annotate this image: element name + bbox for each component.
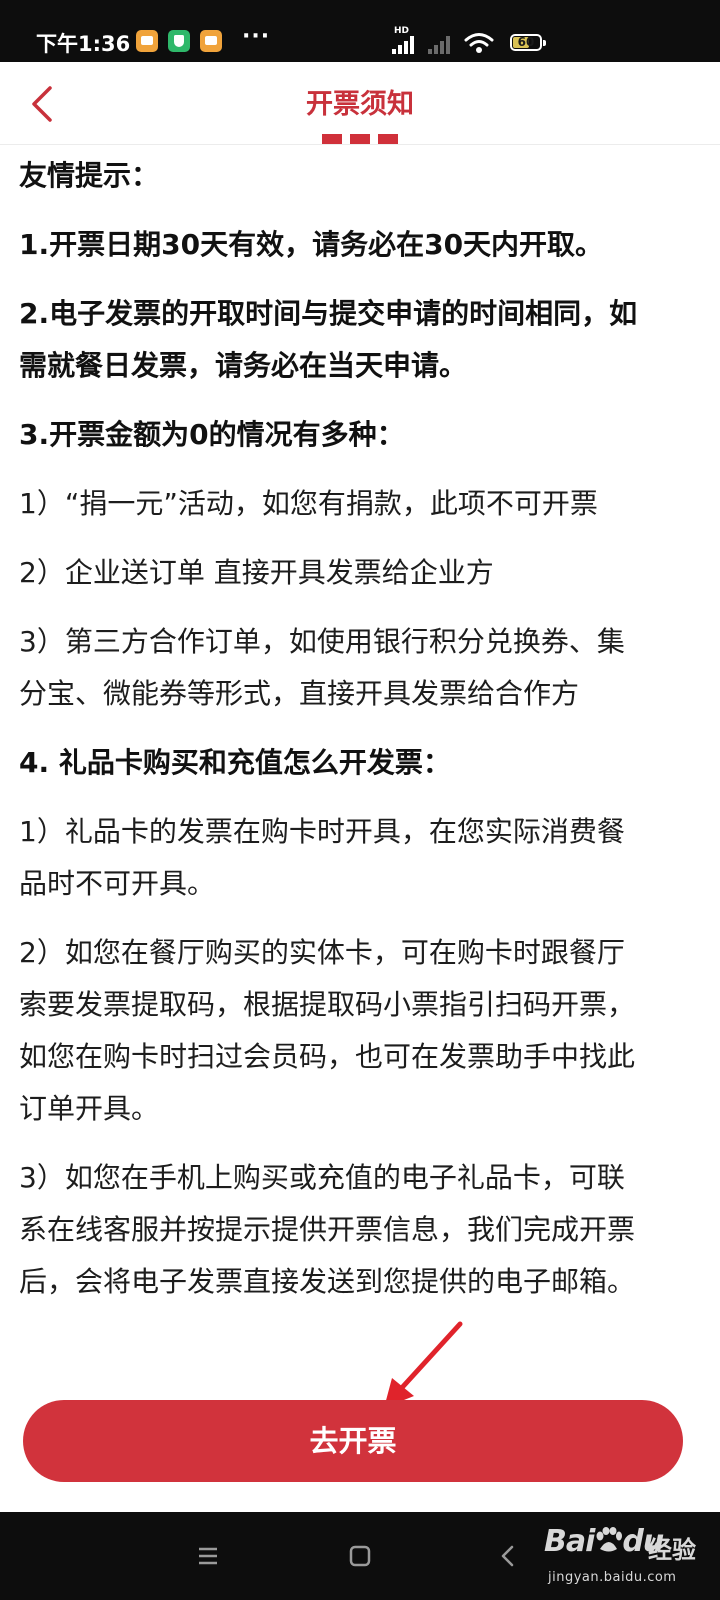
shield-app-icon bbox=[168, 30, 190, 52]
invoice-notice-content: 友情提示： 1.开票日期30天有效，请务必在30天内开取。 2.电子发票的开取时… bbox=[19, 150, 701, 1308]
notice-item-2-line: 2.电子发票的开取时间与提交申请的时间相同，如 bbox=[19, 297, 638, 330]
notice-item-3-sub-2: 2）企业送订单 直接开具发票给企业方 bbox=[19, 556, 494, 589]
menu-button[interactable] bbox=[192, 1540, 224, 1572]
baidu-paw-icon bbox=[596, 1527, 623, 1552]
notice-item-3-sub-3-line: 分宝、微能券等形式，直接开具发票给合作方 bbox=[19, 677, 580, 710]
notice-item-4-sub-2-line: 订单开具。 bbox=[19, 1092, 160, 1125]
title-underline bbox=[322, 134, 398, 144]
battery-tip bbox=[543, 40, 546, 46]
notice-item-4-sub-1-line: 品时不可开具。 bbox=[19, 867, 216, 900]
notice-item-1: 1.开票日期30天有效，请务必在30天内开取。 bbox=[19, 228, 604, 261]
system-back-button[interactable] bbox=[492, 1540, 524, 1572]
battery-level: 60 bbox=[517, 35, 535, 49]
notice-item-4-sub-1-line: 1）礼品卡的发票在购卡时开具，在您实际消费餐 bbox=[19, 815, 625, 848]
watermark-jingyan: 经验 bbox=[648, 1536, 696, 1564]
notice-item-3-sub-1: 1）“捐一元”活动，如您有捐款，此项不可开票 bbox=[19, 487, 598, 520]
notice-item-4-sub-3-line: 3）如您在手机上购买或充值的电子礼品卡，可联 bbox=[19, 1161, 625, 1194]
home-icon bbox=[349, 1545, 371, 1567]
back-icon bbox=[501, 1545, 514, 1567]
watermark-logo: Bai du bbox=[544, 1524, 664, 1559]
home-button[interactable] bbox=[344, 1540, 376, 1572]
page-title: 开票须知 bbox=[306, 89, 414, 120]
notice-item-4-sub-2-line: 2）如您在餐厅购买的实体卡，可在购卡时跟餐厅 bbox=[19, 936, 625, 969]
more-notifications-icon: ··· bbox=[242, 24, 271, 49]
system-nav-bar: Bai du 经验 jingyan.baidu.com bbox=[0, 1512, 720, 1600]
hd-label: HD bbox=[394, 26, 410, 36]
notice-item-4-sub-3-line: 系在线客服并按提示提供开票信息，我们完成开票 bbox=[19, 1213, 636, 1246]
signal-weak-icon bbox=[428, 36, 454, 54]
status-time: 下午1:36 bbox=[36, 32, 131, 56]
notice-item-3-title: 3.开票金额为0的情况有多种： bbox=[19, 418, 405, 451]
baidu-jingyan-watermark: Bai du 经验 jingyan.baidu.com bbox=[540, 1522, 710, 1592]
notification-app-icon bbox=[136, 30, 158, 52]
notification-app-icon bbox=[200, 30, 222, 52]
notice-item-4-sub-2-line: 索要发票提取码，根据提取码小票指引扫码开票， bbox=[19, 988, 636, 1021]
notice-item-3-sub-3-line: 3）第三方合作订单，如使用银行积分兑换券、集 bbox=[19, 625, 625, 658]
menu-icon bbox=[199, 1547, 217, 1565]
battery-icon: 60 bbox=[510, 34, 542, 51]
notice-item-4-sub-3-line: 后，会将电子发票直接发送到您提供的电子邮箱。 bbox=[19, 1265, 636, 1298]
signal-icon bbox=[392, 36, 418, 54]
watermark-url: jingyan.baidu.com bbox=[548, 1570, 677, 1585]
notice-heading: 友情提示： bbox=[19, 159, 160, 192]
status-bar: 下午1:36 ··· HD 60 bbox=[0, 0, 720, 62]
issue-invoice-button[interactable]: 去开票 bbox=[23, 1400, 683, 1482]
wifi-icon bbox=[464, 33, 494, 53]
page-header: 开票须知 bbox=[0, 62, 720, 145]
notice-item-4-title: 4. 礼品卡购买和充值怎么开发票： bbox=[19, 746, 451, 779]
notice-item-4-sub-2-line: 如您在购卡时扫过会员码，也可在发票助手中找此 bbox=[19, 1040, 636, 1073]
notice-item-2-line: 需就餐日发票，请务必在当天申请。 bbox=[19, 349, 468, 382]
